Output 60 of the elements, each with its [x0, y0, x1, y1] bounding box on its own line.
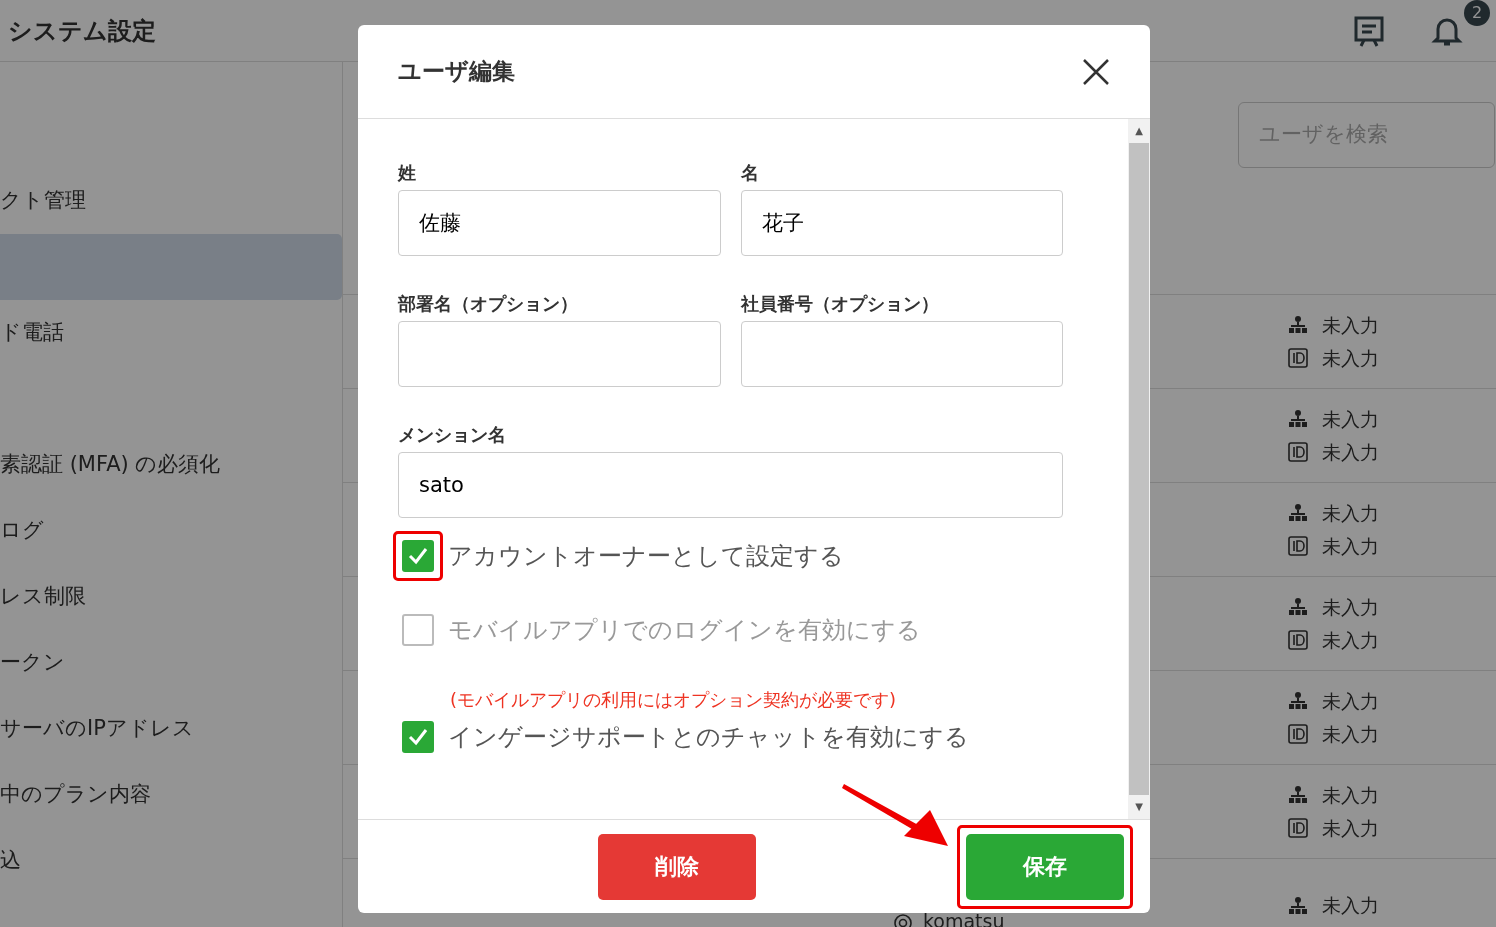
field-label: 姓 [398, 161, 417, 185]
delete-button[interactable]: 削除 [598, 833, 756, 900]
id-card-icon [1288, 629, 1308, 650]
check-icon [407, 545, 429, 567]
id-card-icon [1288, 441, 1308, 462]
id-card-icon [1288, 817, 1308, 838]
checkbox-label: アカウントオーナーとして設定する [448, 541, 844, 572]
note-text: (モバイルアプリの利用にはオプション契約が必要です) [449, 688, 898, 712]
department-text: 未入力 [1322, 689, 1379, 714]
sidebar-item[interactable]: ド電話 [0, 300, 342, 366]
input-field[interactable] [740, 321, 1063, 387]
dialog-title: ユーザ編集 [398, 57, 515, 87]
employee-id-text: 未入力 [1322, 345, 1379, 371]
sidebar-item[interactable]: ログ [0, 498, 342, 564]
org-chart-icon [1288, 409, 1308, 430]
id-card-icon [1288, 723, 1308, 744]
close-icon[interactable] [1082, 57, 1110, 86]
department-text: 未入力 [1322, 783, 1379, 808]
org-chart-icon [1288, 691, 1308, 712]
checkbox-label: モバイルアプリでのログインを有効にする [448, 615, 921, 646]
department-text: 未入力 [1322, 501, 1379, 526]
org-chart-icon [1288, 503, 1308, 524]
sidebar-item[interactable]: クト管理 [0, 168, 342, 234]
org-chart-icon [1288, 315, 1308, 336]
department-text: 未入力 [1322, 313, 1379, 338]
employee-id-text: 未入力 [1322, 627, 1379, 653]
employee-id-text: 未入力 [1322, 815, 1379, 841]
department-text: 未入力 [1322, 407, 1379, 432]
field-label: 部署名（オプション） [398, 292, 579, 316]
org-chart-icon [1288, 597, 1308, 618]
sidebar-item[interactable]: レス制限 [0, 564, 342, 630]
sidebar-item[interactable]: 込 [0, 828, 342, 894]
org-chart-icon [1288, 785, 1308, 806]
save-button[interactable]: 保存 [966, 833, 1124, 900]
field-label: メンション名 [398, 423, 507, 447]
input-field[interactable]: 花子 [740, 190, 1063, 256]
employee-id-text: 未入力 [1322, 439, 1379, 465]
sidebar-item[interactable]: ークン [0, 630, 342, 696]
checkbox-label: インゲージサポートとのチャットを有効にする [448, 722, 969, 753]
input-field[interactable]: sato [398, 452, 1063, 518]
department-text: 未入力 [1322, 893, 1379, 919]
employee-id-text: 未入力 [1322, 721, 1379, 747]
checkbox[interactable] [402, 540, 434, 572]
check-icon [407, 726, 429, 748]
id-card-icon [1288, 347, 1308, 368]
sidebar-item[interactable]: 中のプラン内容 [0, 762, 342, 828]
field-label: 社員番号（オプション） [740, 292, 940, 316]
page-title: システム設定 [8, 15, 156, 47]
input-field[interactable]: 佐藤 [398, 190, 721, 256]
sidebar-item[interactable]: 素認証 (MFA) の必須化 [0, 432, 342, 498]
id-card-icon [1288, 535, 1308, 556]
scrollbar[interactable]: ▲ ▼ [1128, 119, 1150, 819]
org-chart-icon [1288, 895, 1308, 916]
field-label: 名 [740, 161, 760, 185]
employee-id-text: 未入力 [1322, 533, 1379, 559]
sidebar-item[interactable]: サーバのIPアドレス [0, 696, 342, 762]
department-text: 未入力 [1322, 595, 1379, 620]
checkbox[interactable] [402, 721, 434, 753]
input-field[interactable] [398, 321, 721, 387]
notification-count: 2 [1464, 0, 1490, 26]
